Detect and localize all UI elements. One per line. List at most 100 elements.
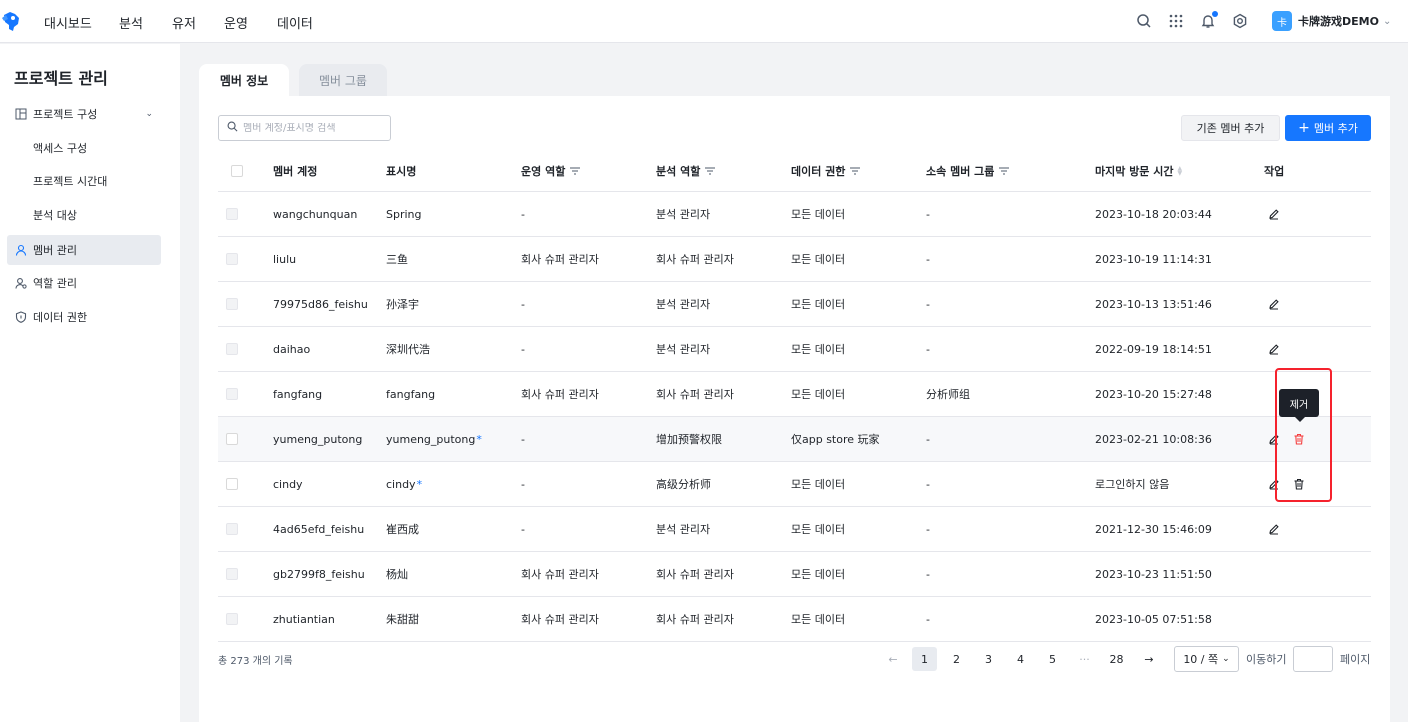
- row-checkbox[interactable]: [226, 327, 238, 371]
- sidebar-item-member-management[interactable]: 멤버 관리: [7, 235, 161, 265]
- edit-pencil-icon[interactable]: [1267, 477, 1281, 491]
- cell-analysis-role: 高级分析师: [656, 462, 711, 506]
- apps-grid-icon[interactable]: [1167, 12, 1185, 30]
- filter-icon[interactable]: [705, 167, 716, 175]
- edit-action[interactable]: [1267, 507, 1281, 551]
- cell-last-visit-text: 2023-10-19 11:14:31: [1095, 252, 1212, 266]
- pagination-page[interactable]: 4: [1008, 647, 1033, 671]
- sort-icon[interactable]: ▲ ▼: [1178, 166, 1183, 177]
- table-row[interactable]: gb2799f8_feishu 杨灿 회사 슈퍼 관리자 회사 슈퍼 관리자 모든 데이…: [218, 552, 1371, 597]
- cell-account: gb2799f8_feishu: [273, 552, 365, 596]
- remove-action[interactable]: [1292, 417, 1306, 461]
- edit-pencil-icon[interactable]: [1267, 522, 1281, 536]
- jump-page-input[interactable]: [1293, 646, 1333, 672]
- trash-icon[interactable]: [1292, 477, 1306, 491]
- table-row[interactable]: fangfang fangfang 회사 슈퍼 관리자 회사 슈퍼 관리자 모든 데이터…: [218, 372, 1371, 417]
- cell-member-group-text: 分析师组: [926, 388, 970, 401]
- filter-icon[interactable]: [999, 167, 1010, 175]
- edit-action[interactable]: [1267, 462, 1281, 506]
- tab-member-info[interactable]: 멤버 정보: [199, 64, 289, 96]
- cell-data-permission-text: 仅app store 玩家: [791, 433, 880, 446]
- cell-last-visit-text: 2022-09-19 18:14:51: [1095, 342, 1212, 356]
- edit-action[interactable]: [1267, 282, 1281, 326]
- cell-ops-role-text: -: [521, 432, 525, 446]
- edit-action[interactable]: [1267, 327, 1281, 371]
- nav-item-dashboard[interactable]: 대시보드: [44, 13, 92, 32]
- sidebar-item-access-config[interactable]: 액세스 구성: [7, 133, 161, 163]
- column-header-label: 운영 역할: [521, 165, 566, 178]
- table-row[interactable]: 4ad65efd_feishu 崔西成 - 분석 관리자 모든 데이터 - 2021-12-…: [218, 507, 1371, 552]
- cell-data-permission-text: 모든 데이터: [791, 613, 846, 626]
- edit-action[interactable]: [1267, 192, 1281, 236]
- page-size-value: 10 / 쪽: [1183, 653, 1219, 666]
- row-checkbox[interactable]: [226, 192, 238, 236]
- sidebar-item-analysis-target[interactable]: 분석 대상: [7, 200, 161, 230]
- pagination-page[interactable]: 2: [944, 647, 969, 671]
- search-box[interactable]: [218, 115, 391, 141]
- table-row[interactable]: 79975d86_feishu 孙泽宇 - 분석 관리자 모든 데이터 - 2023-10-…: [218, 282, 1371, 327]
- search-input[interactable]: [243, 122, 383, 134]
- remove-action[interactable]: [1292, 462, 1306, 506]
- cell-analysis-role: 增加预警权限: [656, 417, 722, 461]
- tab-member-group[interactable]: 멤버 그룹: [299, 64, 387, 96]
- app-logo-icon[interactable]: [0, 9, 24, 33]
- sidebar-item-data-permission[interactable]: 데이터 권한: [7, 302, 161, 332]
- cell-analysis-role-text: 회사 슈퍼 관리자: [656, 568, 734, 581]
- nav-item-analysis[interactable]: 분석: [119, 13, 143, 32]
- table-row[interactable]: yumeng_putong yumeng_putong * - 增加预警权限 仅app s…: [218, 417, 1371, 462]
- sidebar-item-role-management[interactable]: 역할 관리: [7, 268, 161, 298]
- project-switcher[interactable]: 卡 卡牌游戏DEMO ⌄: [1272, 11, 1391, 31]
- table-row[interactable]: daihao 深圳代浩 - 분석 관리자 모든 데이터 - 2022-09-19 18:14…: [218, 327, 1371, 372]
- nav-item-operations[interactable]: 운영: [224, 13, 248, 32]
- row-checkbox[interactable]: [226, 417, 238, 461]
- cell-member-group: -: [926, 327, 930, 371]
- edit-pencil-icon[interactable]: [1267, 297, 1281, 311]
- prev-page-arrow-icon[interactable]: ←: [883, 647, 903, 671]
- settings-gear-icon[interactable]: [1231, 12, 1249, 30]
- row-checkbox[interactable]: [226, 372, 238, 416]
- cell-last-visit: 2021-12-30 15:46:09: [1095, 507, 1212, 551]
- pagination-page[interactable]: 28: [1104, 647, 1129, 671]
- trash-icon[interactable]: [1292, 432, 1306, 446]
- row-checkbox[interactable]: [226, 507, 238, 551]
- cell-account: fangfang: [273, 372, 322, 416]
- notification-bell-icon[interactable]: [1199, 11, 1218, 30]
- table-row[interactable]: zhutiantian 朱甜甜 회사 슈퍼 관리자 회사 슈퍼 관리자 모든 데이터 - 2…: [218, 597, 1371, 642]
- sidebar-item-timezone[interactable]: 프로젝트 시간대: [7, 166, 161, 196]
- row-checkbox[interactable]: [226, 462, 238, 506]
- add-existing-member-button[interactable]: 기존 멤버 추가: [1181, 115, 1280, 141]
- table-row[interactable]: cindy cindy * - 高级分析师 모든 데이터 - 로그인하지 않음: [218, 462, 1371, 507]
- select-all-checkbox[interactable]: [231, 151, 243, 191]
- pagination-ellipsis[interactable]: ···: [1072, 647, 1097, 671]
- edit-pencil-icon[interactable]: [1267, 207, 1281, 221]
- edit-pencil-icon[interactable]: [1267, 432, 1281, 446]
- next-page-arrow-icon[interactable]: →: [1139, 647, 1159, 671]
- nav-item-data[interactable]: 데이터: [277, 13, 313, 32]
- add-member-button[interactable]: + 멤버 추가: [1285, 115, 1371, 141]
- row-checkbox[interactable]: [226, 237, 238, 281]
- search-icon[interactable]: [1135, 12, 1153, 30]
- row-checkbox[interactable]: [226, 282, 238, 326]
- row-checkbox[interactable]: [226, 597, 238, 641]
- table-row[interactable]: wangchunquan Spring - 분석 관리자 모든 데이터 - 2023-10-…: [218, 192, 1371, 237]
- sidebar: 프로젝트 관리 프로젝트 구성 ⌄ 액세스 구성 프로젝트 시간대 분석 대상 …: [0, 44, 180, 722]
- cell-display-name-text: 崔西成: [386, 523, 419, 536]
- page-size-select[interactable]: 10 / 쪽 ⌄: [1174, 646, 1239, 672]
- sidebar-item-project-config[interactable]: 프로젝트 구성 ⌄: [7, 99, 161, 129]
- cell-display-name: yumeng_putong *: [386, 417, 482, 461]
- table-row[interactable]: liulu 三鱼 회사 슈퍼 관리자 회사 슈퍼 관리자 모든 데이터 - 2023-10-…: [218, 237, 1371, 282]
- cell-member-group: -: [926, 237, 930, 281]
- filter-icon[interactable]: [570, 167, 581, 175]
- edit-pencil-icon[interactable]: [1267, 342, 1281, 356]
- filter-icon[interactable]: [850, 167, 861, 175]
- cell-last-visit: 2023-10-18 20:03:44: [1095, 192, 1212, 236]
- nav-item-users[interactable]: 유저: [172, 13, 196, 32]
- column-header-last-visit[interactable]: 마지막 방문 시간 ▲ ▼: [1095, 151, 1182, 191]
- column-header-ops-role: 운영 역할: [521, 151, 581, 191]
- row-checkbox[interactable]: [226, 552, 238, 596]
- cell-data-permission-text: 모든 데이터: [791, 208, 846, 221]
- pagination-page[interactable]: 3: [976, 647, 1001, 671]
- edit-action[interactable]: [1267, 417, 1281, 461]
- pagination-page[interactable]: 5: [1040, 647, 1065, 671]
- pagination-page[interactable]: 1: [912, 647, 937, 671]
